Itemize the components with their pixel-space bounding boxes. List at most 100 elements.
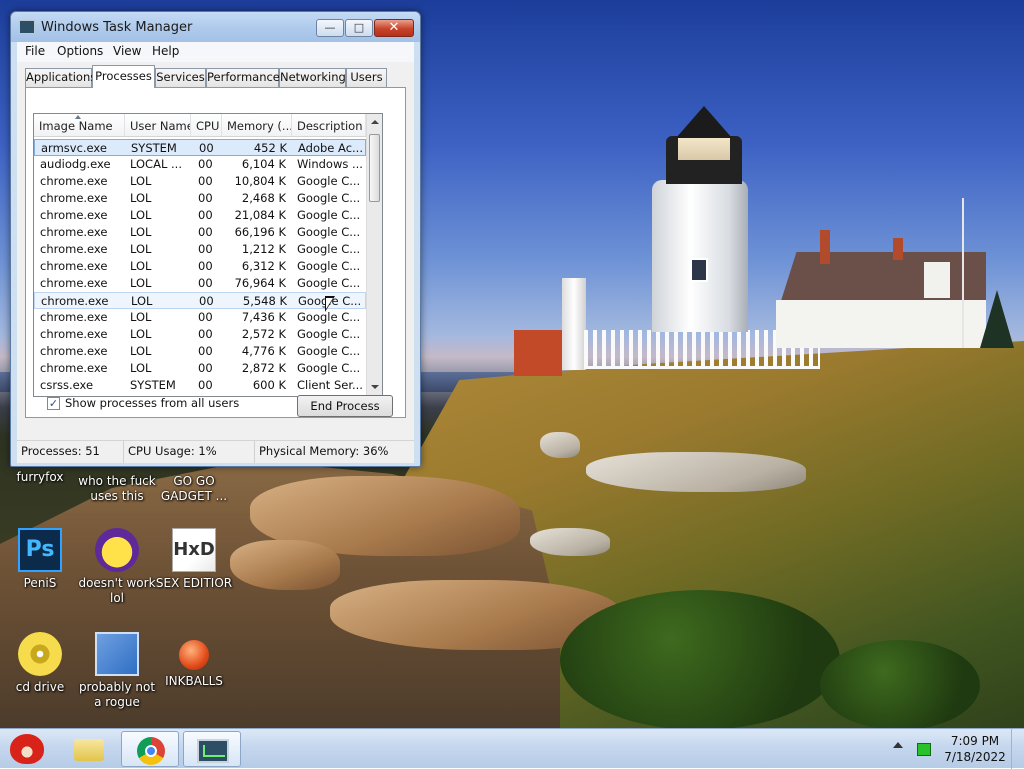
scroll-down-icon[interactable] <box>371 385 379 389</box>
process-cell-name: chrome.exe <box>40 242 108 256</box>
column-label: Description <box>297 119 363 133</box>
process-cell-cpu: 00 <box>198 174 213 188</box>
task-manager-window[interactable]: Windows Task Manager — □ ✕ File Options … <box>10 11 421 467</box>
process-row[interactable]: chrome.exe LOL 00 10,804 K Google C... <box>34 173 366 190</box>
tab-users[interactable]: Users <box>346 68 387 87</box>
desktop-icon-sex-editior[interactable]: HxD SEX EDITIOR <box>154 528 234 591</box>
column-cpu[interactable]: CPU <box>191 114 222 136</box>
show-hidden-icons-icon[interactable] <box>893 742 903 748</box>
process-cell-name: chrome.exe <box>40 225 108 239</box>
start-button[interactable] <box>4 730 48 768</box>
process-cell-desc: Google C... <box>297 225 361 239</box>
process-cell-name: chrome.exe <box>40 361 108 375</box>
column-label: Image Name <box>39 119 113 133</box>
keeper-house-roof <box>780 252 986 304</box>
process-row[interactable]: chrome.exe LOL 00 76,964 K Google C... <box>34 275 366 292</box>
taskbar-task-manager[interactable] <box>183 731 241 767</box>
process-row[interactable]: chrome.exe LOL 00 7,436 K Google C... <box>34 309 366 326</box>
desktop-icon-label: GO GO GADGET ... <box>160 474 228 503</box>
close-button[interactable]: ✕ <box>374 19 414 37</box>
process-row[interactable]: audiodg.exe LOCAL ... 00 6,104 K Windows ... <box>34 156 366 173</box>
desktop-icon-furryfox[interactable]: furryfox <box>0 470 80 485</box>
process-row[interactable]: chrome.exe LOL 00 4,776 K Google C... <box>34 343 366 360</box>
process-row[interactable]: armsvc.exe SYSTEM 00 452 K Adobe Ac... <box>34 139 366 156</box>
tab-applications[interactable]: Applications <box>25 68 96 87</box>
process-row[interactable]: chrome.exe LOL 00 66,196 K Google C... <box>34 224 366 241</box>
process-row[interactable]: chrome.exe LOL 00 5,548 K Google C... <box>34 292 366 309</box>
maximize-button[interactable]: □ <box>345 19 373 37</box>
process-row[interactable]: chrome.exe LOL 00 2,572 K Google C... <box>34 326 366 343</box>
desktop-icon-inkballs[interactable]: INKBALLS <box>154 632 234 689</box>
end-process-button[interactable]: End Process <box>297 395 393 417</box>
process-cell-user: LOL <box>130 327 152 341</box>
process-cell-desc: Client Ser... <box>297 378 363 392</box>
list-header: Image Name User Name CPU Memory (... Des… <box>34 114 366 137</box>
shrub <box>820 640 980 728</box>
process-row[interactable]: csrss.exe SYSTEM 00 600 K Client Ser... <box>34 377 366 394</box>
process-cell-name: audiodg.exe <box>40 157 111 171</box>
process-row[interactable]: chrome.exe LOL 00 6,312 K Google C... <box>34 258 366 275</box>
process-cell-cpu: 00 <box>198 344 213 358</box>
process-cell-cpu: 00 <box>198 378 213 392</box>
process-cell-user: LOL <box>130 191 152 205</box>
tab-networking[interactable]: Networking <box>279 68 346 87</box>
chrome-icon <box>137 737 165 765</box>
process-row[interactable]: chrome.exe LOL 00 2,872 K Google C... <box>34 360 366 377</box>
vertical-scrollbar[interactable] <box>366 114 382 396</box>
process-cell-cpu: 00 <box>198 310 213 324</box>
desktop-icon-label: SEX EDITIOR <box>155 576 233 590</box>
lighthouse-roof <box>676 106 732 138</box>
clock[interactable]: 7:09 PM 7/18/2022 <box>940 733 1010 765</box>
process-cell-cpu: 00 <box>198 225 213 239</box>
desktop-icon-doesnt-work-lol[interactable]: doesn't work lol <box>77 528 157 606</box>
desktop-icon-label: probably not a rogue <box>78 680 156 709</box>
process-row[interactable]: chrome.exe LOL 00 21,084 K Google C... <box>34 207 366 224</box>
flag-pole <box>962 198 964 348</box>
menu-help[interactable]: Help <box>150 44 181 58</box>
tab-services[interactable]: Services <box>155 68 206 87</box>
network-icon[interactable] <box>917 743 931 756</box>
taskbar-explorer[interactable] <box>60 731 118 767</box>
process-row[interactable]: chrome.exe LOL 00 2,468 K Google C... <box>34 190 366 207</box>
column-image-name[interactable]: Image Name <box>34 114 125 136</box>
show-all-processes-checkbox[interactable]: ✓ <box>47 397 60 410</box>
chimney <box>820 230 830 264</box>
minimize-button[interactable]: — <box>316 19 344 37</box>
desktop-icon-penis[interactable]: Ps PeniS <box>0 528 80 591</box>
process-cell-mem: 1,212 K <box>241 242 286 256</box>
process-row[interactable]: chrome.exe LOL 00 1,212 K Google C... <box>34 241 366 258</box>
process-cell-cpu: 00 <box>198 208 213 222</box>
tab-processes[interactable]: Processes <box>92 65 155 88</box>
process-cell-name: chrome.exe <box>40 276 108 290</box>
scroll-up-icon[interactable] <box>371 120 379 124</box>
process-cell-mem: 76,964 K <box>234 276 286 290</box>
menu-view[interactable]: View <box>111 44 143 58</box>
column-memory[interactable]: Memory (... <box>222 114 292 136</box>
menu-file[interactable]: File <box>23 44 47 58</box>
desktop-icon-who-the-fuck-uses-this[interactable]: who the fuck uses this <box>77 474 157 504</box>
process-cell-user: SYSTEM <box>131 141 177 155</box>
lighthouse-glass <box>678 138 730 160</box>
keeper-house <box>776 300 986 348</box>
process-list[interactable]: Image Name User Name CPU Memory (... Des… <box>33 113 383 397</box>
process-cell-user: LOL <box>131 294 153 308</box>
desktop-icon-cd-drive[interactable]: cd drive <box>0 632 80 695</box>
chimney <box>893 238 903 260</box>
tab-performance[interactable]: Performance <box>206 68 280 87</box>
process-cell-mem: 2,872 K <box>241 361 286 375</box>
process-cell-name: chrome.exe <box>40 310 108 324</box>
process-cell-mem: 600 K <box>252 378 286 392</box>
cd-drive-icon <box>18 632 62 676</box>
yahoo-messenger-icon <box>95 528 139 572</box>
desktop-icon-probably-not-a-rogue[interactable]: probably not a rogue <box>77 632 157 710</box>
scrollbar-thumb[interactable] <box>369 134 380 202</box>
column-user-name[interactable]: User Name <box>125 114 191 136</box>
desktop-icon-label: who the fuck uses this <box>78 474 156 503</box>
column-description[interactable]: Description <box>292 114 366 136</box>
desktop-icon-label: cd drive <box>15 680 65 694</box>
desktop-icon-go-go-gadget[interactable]: GO GO GADGET ... <box>154 474 234 504</box>
show-desktop-button[interactable] <box>1011 729 1024 769</box>
taskbar-chrome[interactable] <box>121 731 179 767</box>
title-bar[interactable]: Windows Task Manager — □ ✕ <box>11 12 420 42</box>
menu-options[interactable]: Options <box>55 44 105 58</box>
